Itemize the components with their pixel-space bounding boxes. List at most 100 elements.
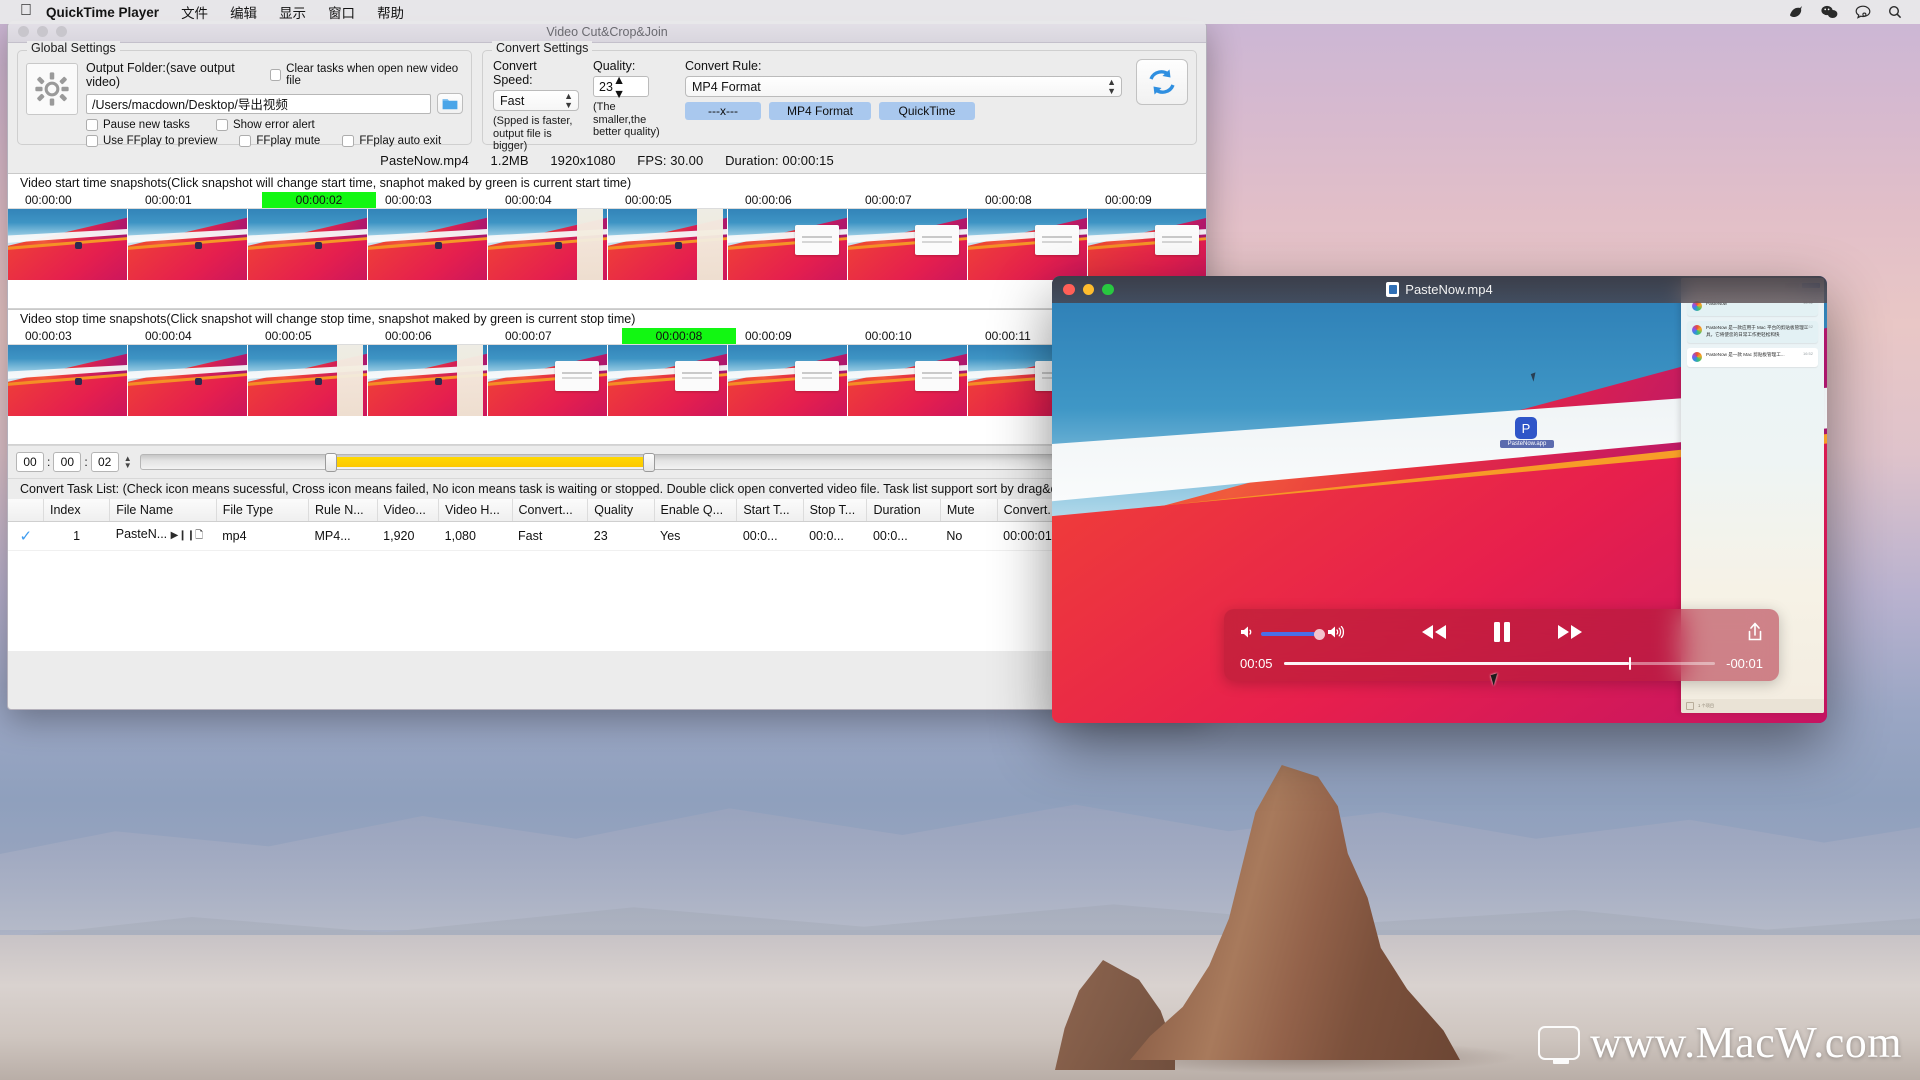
- trim-time-stepper[interactable]: 00 : 00 : 02 ▲ ▼: [16, 452, 132, 472]
- filmstrip-frame[interactable]: [848, 345, 968, 416]
- filmstrip-frame[interactable]: [8, 345, 128, 416]
- stop-snapshot-times[interactable]: 00:00:03 00:00:04 00:00:05 00:00:06 00:00:07…: [8, 327, 1206, 344]
- checkbox-show-error-alert-box[interactable]: [215, 119, 228, 131]
- snapshot-time-label[interactable]: 00:00:04: [502, 192, 555, 208]
- task-column-header[interactable]: Enable Q...: [654, 499, 738, 522]
- checkbox-clear-tasks[interactable]: Clear tasks when open new video file: [269, 63, 463, 87]
- snapshot-time-label[interactable]: 00:00:03: [382, 192, 435, 208]
- start-snapshot-times[interactable]: 00:00:00 00:00:01 00:00:02 00:00:03 00:00:04…: [8, 191, 1206, 208]
- filmstrip-frame[interactable]: [728, 345, 848, 416]
- rule-pill-mp4[interactable]: MP4 Format: [769, 102, 871, 120]
- filmstrip-frame[interactable]: [608, 345, 728, 416]
- convert-speed-select[interactable]: Fast ▲ ▼: [493, 90, 579, 111]
- snapshot-time-label[interactable]: 00:00:07: [862, 192, 915, 208]
- snapshot-time-label[interactable]: 00:00:06: [742, 192, 795, 208]
- cutwin-titlebar[interactable]: Video Cut&Crop&Join: [8, 21, 1206, 43]
- task-column-header[interactable]: Quality: [587, 499, 655, 522]
- snapshot-time-label[interactable]: 00:00:07: [502, 328, 555, 344]
- task-column-header[interactable]: Video...: [377, 499, 440, 522]
- output-folder-input[interactable]: /Users/macdown/Desktop/导出视频: [86, 93, 431, 114]
- checkbox-ffplay-mute[interactable]: FFplay mute: [239, 135, 320, 147]
- filmstrip-frame[interactable]: [248, 209, 368, 280]
- checkbox-ffplay-auto-exit[interactable]: FFplay auto exit: [342, 135, 441, 147]
- clipboard-item[interactable]: PasteNow 是一款 Mac 剪贴板管理工... 16:52: [1687, 348, 1818, 368]
- rewind-icon[interactable]: [1420, 623, 1448, 646]
- refresh-icon[interactable]: [1136, 59, 1188, 105]
- snapshot-time-label[interactable]: 00:00:02: [262, 192, 376, 208]
- quality-stepper[interactable]: 23 ▲ ▼: [593, 73, 649, 101]
- filmstrip-frame[interactable]: [488, 209, 608, 280]
- snapshot-time-label[interactable]: 00:00:05: [262, 328, 315, 344]
- snapshot-time-label[interactable]: 00:00:05: [622, 192, 675, 208]
- checkbox-clear-tasks-box[interactable]: [269, 69, 282, 81]
- menu-item-help[interactable]: 帮助: [377, 2, 404, 22]
- scrub-playhead[interactable]: [1628, 657, 1632, 670]
- checkbox-ffplay-mute-box[interactable]: [239, 135, 252, 147]
- filmstrip-frame[interactable]: [848, 209, 968, 280]
- stop-filmstrip[interactable]: [8, 344, 1206, 416]
- checkbox-use-ffplay-preview-box[interactable]: [86, 135, 98, 147]
- task-column-header[interactable]: Video H...: [438, 499, 513, 522]
- task-column-header[interactable]: [8, 499, 44, 522]
- filmstrip-frame[interactable]: [968, 209, 1088, 280]
- row-media-controls[interactable]: ▶❙❙🗋: [171, 528, 204, 545]
- task-column-header[interactable]: Index: [43, 499, 111, 522]
- apple-logo-icon[interactable]: : [20, 2, 32, 20]
- task-column-header[interactable]: File Type: [216, 499, 310, 522]
- gear-icon[interactable]: [26, 63, 78, 115]
- convert-rule-select[interactable]: MP4 Format ▲ ▼: [685, 76, 1122, 97]
- rule-pill-x[interactable]: ---x---: [685, 102, 761, 120]
- fast-forward-icon[interactable]: [1556, 623, 1584, 646]
- checkbox-pause-new-tasks[interactable]: Pause new tasks: [86, 119, 190, 131]
- filmstrip-frame[interactable]: [368, 345, 488, 416]
- snapshot-time-label[interactable]: 00:00:10: [862, 328, 915, 344]
- menu-item-window[interactable]: 窗口: [328, 2, 355, 22]
- pause-icon[interactable]: [1492, 621, 1512, 648]
- snapshot-time-label[interactable]: 00:00:08: [622, 328, 736, 344]
- search-icon[interactable]: [1888, 5, 1902, 19]
- snapshot-time-label[interactable]: 00:00:08: [982, 192, 1035, 208]
- checkbox-pause-new-tasks-box[interactable]: [86, 119, 98, 131]
- task-column-header[interactable]: Rule N...: [308, 499, 378, 522]
- checkbox-use-ffplay-preview[interactable]: Use FFplay to preview: [86, 135, 217, 147]
- quality-stepper-arrows-icon[interactable]: ▲ ▼: [613, 73, 625, 101]
- snapshot-time-label[interactable]: 00:00:00: [22, 192, 75, 208]
- snapshot-time-label[interactable]: 00:00:11: [982, 328, 1034, 344]
- trim-range-slider[interactable]: [139, 453, 1198, 472]
- menu-item-file[interactable]: 文件: [181, 2, 208, 22]
- snapshot-time-label[interactable]: 00:00:01: [142, 192, 195, 208]
- trim-range-end-handle[interactable]: [643, 453, 655, 472]
- trim-seconds-field[interactable]: 02: [90, 452, 119, 472]
- menubar-app-name[interactable]: QuickTime Player: [46, 5, 159, 20]
- task-column-header[interactable]: Duration: [866, 499, 941, 522]
- filmstrip-frame[interactable]: [488, 345, 608, 416]
- task-column-header[interactable]: Stop T...: [803, 499, 868, 522]
- snapshot-time-label[interactable]: 00:00:09: [742, 328, 795, 344]
- start-filmstrip[interactable]: [8, 208, 1206, 280]
- trim-range-start-handle[interactable]: [324, 453, 337, 472]
- checkbox-show-error-alert[interactable]: Show error alert: [215, 119, 315, 131]
- folder-icon[interactable]: [437, 93, 463, 114]
- rule-pill-quicktime[interactable]: QuickTime: [879, 102, 975, 120]
- snapshot-time-label[interactable]: 00:00:06: [382, 328, 435, 344]
- filmstrip-frame[interactable]: [368, 209, 488, 280]
- task-column-header[interactable]: Mute: [940, 499, 998, 522]
- menu-item-edit[interactable]: 编辑: [230, 2, 257, 22]
- menu-item-view[interactable]: 显示: [279, 2, 306, 22]
- task-table-body[interactable]: ✓ 1 PasteN... ▶❙❙🗋 mp4 MP4... 1,920 1,080 Fast 2…: [8, 521, 1206, 551]
- quicktime-titlebar[interactable]: PasteNow.mp4: [1052, 276, 1827, 303]
- scrub-bar[interactable]: [1283, 657, 1716, 670]
- trim-stepper-arrows-icon[interactable]: ▲ ▼: [124, 455, 132, 470]
- trim-hours-field[interactable]: 00: [16, 452, 44, 472]
- task-column-header[interactable]: Convert...: [512, 499, 589, 522]
- panel-bubble-list[interactable]: PasteNow16:52PasteNow 是一款应用于 Mac 平台的剪贴板管…: [1681, 297, 1824, 368]
- task-column-header[interactable]: File Name: [109, 499, 217, 522]
- clipboard-item[interactable]: PasteNow 是一款应用于 Mac 平台的剪贴板管理工具，它将使您的日常工作…: [1687, 321, 1818, 344]
- filmstrip-frame[interactable]: [608, 209, 728, 280]
- filmstrip-frame[interactable]: [728, 209, 848, 280]
- bird-icon[interactable]: [1788, 5, 1804, 19]
- filmstrip-frame[interactable]: [8, 209, 128, 280]
- filmstrip-frame[interactable]: [128, 345, 248, 416]
- snapshot-time-label[interactable]: 00:00:03: [22, 328, 75, 344]
- checkbox-ffplay-auto-exit-box[interactable]: [342, 135, 355, 147]
